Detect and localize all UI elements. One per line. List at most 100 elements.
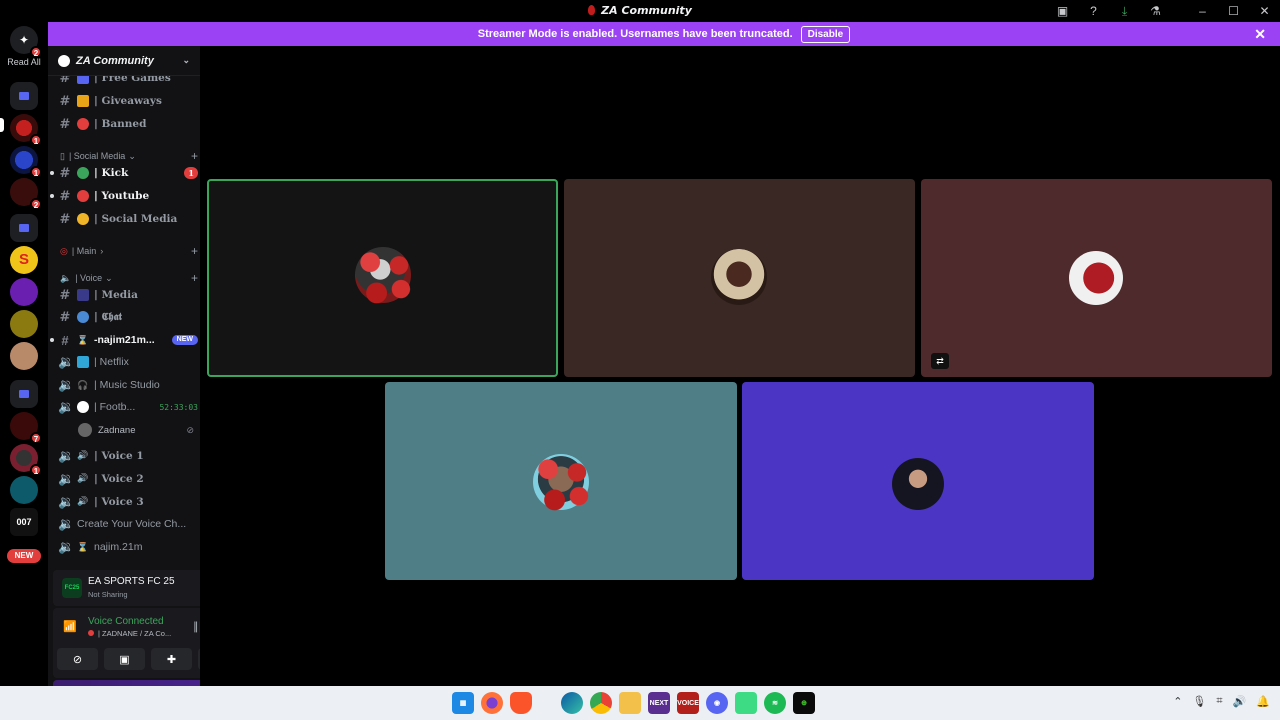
screen-share-button[interactable]: ▣ xyxy=(104,648,145,670)
category-social-media[interactable]: ▯ | Social Media ⌄ + xyxy=(60,149,198,163)
chrome-icon[interactable] xyxy=(590,692,612,714)
channel-label: -najim21m... xyxy=(94,334,155,346)
red-circle-icon xyxy=(77,190,89,202)
guild-header[interactable]: ZA Community ⌄ xyxy=(48,46,200,76)
firefox-icon[interactable] xyxy=(481,692,503,714)
server-za-community[interactable]: 1 xyxy=(10,114,42,146)
avatar-decoration xyxy=(351,243,415,307)
channel-kick[interactable]: # | Kick 1 xyxy=(50,163,198,183)
server-folder[interactable] xyxy=(10,380,38,408)
activities-button[interactable]: ✚ xyxy=(151,648,192,670)
participant-tile[interactable]: ⇄ xyxy=(921,179,1272,377)
avatar xyxy=(711,249,767,305)
minimize-icon[interactable]: – xyxy=(1187,0,1218,22)
server-purple[interactable] xyxy=(10,278,38,306)
mod-icon[interactable]: ⚗ xyxy=(1140,0,1171,22)
read-all-button[interactable]: Read All xyxy=(0,57,48,67)
voice-channel-netflix[interactable]: 🔉 | Netflix xyxy=(58,352,198,372)
volume-icon[interactable]: 🔊 xyxy=(1233,695,1247,708)
channel-giveaways[interactable]: # | Giveaways xyxy=(58,91,198,111)
windows-start-icon[interactable]: ▦ xyxy=(452,692,474,714)
voice-member[interactable]: Zadnane ⊘ xyxy=(78,421,194,439)
gamepad-icon xyxy=(77,76,89,84)
android-app-icon[interactable] xyxy=(735,692,757,714)
spotify-icon[interactable]: ≋ xyxy=(764,692,786,714)
channel-chat[interactable]: # | 𝕮𝖍𝖆𝖙 xyxy=(58,307,198,327)
unread-indicator xyxy=(50,338,54,342)
server-yellow[interactable] xyxy=(10,310,38,338)
voice-location-text: | ZADNANE / ZA Co... xyxy=(98,629,172,638)
participant-tile[interactable] xyxy=(207,179,558,377)
chevron-down-icon[interactable]: ⌄ xyxy=(182,55,190,66)
avatar xyxy=(78,423,92,437)
disable-streamer-mode-button[interactable]: Disable xyxy=(800,25,851,43)
server-folder[interactable] xyxy=(10,82,38,110)
microphone-icon[interactable]: 🎙 xyxy=(1192,695,1206,708)
voice-channel-create[interactable]: 🔉 Create Your Voice Ch... xyxy=(58,514,198,534)
server-icon xyxy=(588,5,596,15)
participant-tile[interactable] xyxy=(385,382,737,580)
participant-tile[interactable] xyxy=(742,382,1094,580)
add-channel-icon[interactable]: + xyxy=(191,244,198,258)
server-blue[interactable]: 1 xyxy=(10,146,42,178)
server-face[interactable] xyxy=(10,342,38,370)
brave-icon[interactable] xyxy=(510,692,532,714)
inbox-icon[interactable]: ▣ xyxy=(1047,0,1078,22)
edge-icon[interactable] xyxy=(561,692,583,714)
notification-icon[interactable]: 🔔 xyxy=(1256,695,1270,708)
category-voice[interactable]: 🔈 | Voice ⌄ + xyxy=(60,271,198,285)
game-title: EA SPORTS FC 25 xyxy=(88,576,175,587)
voice-channel-najim[interactable]: 🔉 ⌛ najim.21m xyxy=(58,537,198,557)
server-007[interactable]: 007 xyxy=(10,508,38,536)
voice-app-icon[interactable]: VOICE xyxy=(677,692,699,714)
server-s[interactable]: S xyxy=(10,246,38,274)
channel-youtube[interactable]: # | Youtube xyxy=(50,186,198,206)
home-button[interactable]: ✦ 2 xyxy=(10,26,42,58)
server-teal[interactable] xyxy=(10,476,38,504)
maximize-icon[interactable]: ☐ xyxy=(1218,0,1249,22)
channel-banned[interactable]: # | Banned xyxy=(58,114,198,134)
voice-channel-1[interactable]: 🔉 🔊 | Voice 1 xyxy=(58,446,198,466)
channel-label: | Voice 3 xyxy=(94,496,144,508)
add-channel-icon[interactable]: + xyxy=(191,149,198,163)
server-red-text[interactable]: 2 xyxy=(10,178,42,210)
voice-channel-football[interactable]: 🔉 | Footb... 52:33:03 xyxy=(58,397,198,417)
close-icon[interactable]: ✕ xyxy=(1254,26,1266,43)
participant-tile[interactable] xyxy=(564,179,915,377)
speaker-icon: 🔉 xyxy=(58,516,75,531)
channel-free-games[interactable]: # | Free Games xyxy=(58,76,198,88)
download-icon[interactable]: ⤓ xyxy=(1109,0,1140,22)
channel-social-media[interactable]: # | Social Media xyxy=(58,209,198,229)
unread-indicator xyxy=(50,194,54,198)
channel-label: | Youtube xyxy=(94,190,150,202)
voice-channel-3[interactable]: 🔉 🔊 | Voice 3 xyxy=(58,492,198,512)
camera-off-button[interactable]: ⊘ xyxy=(57,648,98,670)
hash-icon: # xyxy=(59,309,71,325)
channel-label: | Netflix xyxy=(94,356,129,368)
voice-location[interactable]: | ZADNANE / ZA Co... xyxy=(88,629,171,638)
server-dark-red[interactable]: 7 xyxy=(10,412,42,444)
add-channel-icon[interactable]: + xyxy=(191,271,198,285)
voice-channel-2[interactable]: 🔉 🔊 | Voice 2 xyxy=(58,469,198,489)
server-ring[interactable]: 1 xyxy=(10,444,42,476)
channel-najim[interactable]: # ⌛ -najim21m... NEW xyxy=(50,330,198,350)
network-icon[interactable]: ⌗ xyxy=(1216,695,1222,708)
window-title-text: ZA Community xyxy=(601,4,692,17)
channel-media[interactable]: # | Media xyxy=(58,285,198,305)
help-icon[interactable]: ? xyxy=(1078,0,1109,22)
category-main[interactable]: ◎ | Main › + xyxy=(60,244,198,258)
phone-icon: ▯ xyxy=(60,150,65,161)
server-folder[interactable] xyxy=(10,214,38,242)
file-explorer-icon[interactable] xyxy=(619,692,641,714)
stream-preview-icon[interactable]: ⇄ xyxy=(931,353,949,369)
new-server-badge: NEW xyxy=(7,549,41,563)
chevron-up-icon[interactable]: ⌃ xyxy=(1173,695,1182,708)
signal-icon[interactable]: 📶 xyxy=(63,620,77,633)
close-window-icon[interactable]: ✕ xyxy=(1249,0,1280,22)
discord-icon[interactable]: ◉ xyxy=(706,692,728,714)
razer-icon[interactable]: ⊕ xyxy=(793,692,815,714)
channel-label: Create Your Voice Ch... xyxy=(77,518,187,530)
voice-status[interactable]: Voice Connected xyxy=(88,616,164,627)
next-app-icon[interactable]: NEXT xyxy=(648,692,670,714)
voice-channel-music-studio[interactable]: 🔉 🎧 | Music Studio xyxy=(58,375,198,395)
